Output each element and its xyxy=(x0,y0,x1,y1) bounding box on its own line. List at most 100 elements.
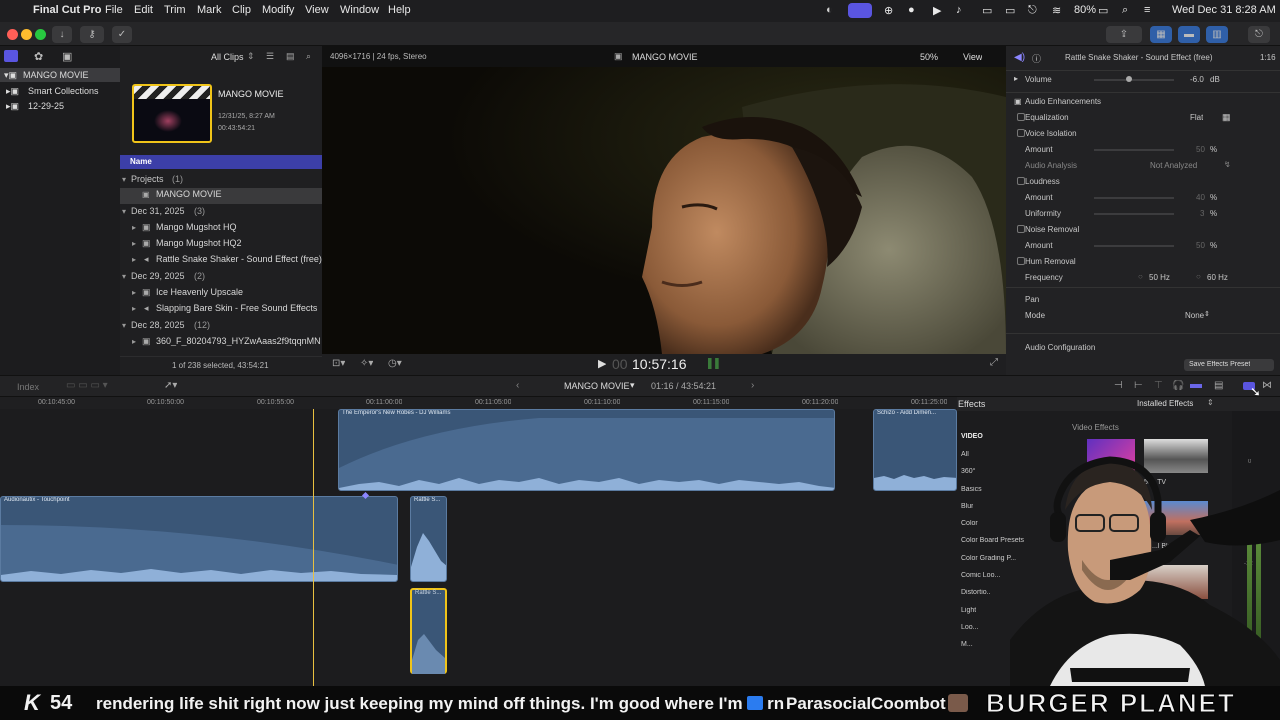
edit-buttons-icon[interactable]: ▭ ▭ ▭ ▾ xyxy=(66,380,108,391)
amount-slider[interactable] xyxy=(1094,149,1174,151)
amount-value[interactable]: 50 xyxy=(1196,145,1205,154)
select-tool-icon[interactable]: ➚▾ xyxy=(164,380,177,391)
minimize-window-icon[interactable] xyxy=(21,29,32,40)
volume-slider[interactable] xyxy=(1094,79,1174,81)
display-icon[interactable]: ▭ xyxy=(982,4,992,17)
play-circle-icon[interactable]: ▶ xyxy=(933,4,941,17)
clip-appearance-icon[interactable]: ▤ xyxy=(1214,380,1223,391)
import-button[interactable]: ↓ xyxy=(52,26,72,43)
effects-category[interactable]: Loo... xyxy=(961,624,979,631)
clip-filter-dropdown[interactable]: All Clips xyxy=(211,52,244,62)
effects-category[interactable]: Light xyxy=(961,607,976,614)
menu-clock[interactable]: Wed Dec 31 8:28 AM xyxy=(1172,4,1276,16)
playhead[interactable] xyxy=(313,409,314,686)
browser-search-icon[interactable]: ⌕ xyxy=(306,51,311,62)
audio-clip-emperor[interactable]: The Emperor's New Robes - DJ Williams xyxy=(338,409,835,491)
equalization-checkbox[interactable] xyxy=(1017,113,1025,121)
volume-value[interactable]: -6.0 xyxy=(1190,75,1204,84)
search-icon[interactable]: ⌕ xyxy=(1122,4,1128,17)
connect-clip-icon[interactable]: ⊣ xyxy=(1114,380,1123,391)
control-center-icon[interactable]: ≡ xyxy=(1144,4,1150,16)
radio-60hz-icon[interactable]: ○ xyxy=(1196,272,1201,281)
video-frame[interactable] xyxy=(322,67,1006,354)
event-12-29-25[interactable]: 12-29-25 xyxy=(28,101,64,111)
battery-icon[interactable]: ▭ xyxy=(1098,4,1108,17)
group-dec-31[interactable]: ▾ Dec 31, 2025 (3) xyxy=(120,205,322,221)
list-item[interactable]: ▸ ◂ Rattle Snake Shaker - Sound Effect (f… xyxy=(120,253,322,269)
transitions-browser-icon[interactable]: ⋈ xyxy=(1262,380,1272,391)
index-button[interactable]: Index xyxy=(17,382,39,392)
audio-clip-schizo[interactable]: Schizo - Aidd Dimen... xyxy=(873,409,957,491)
list-column-header[interactable]: Name xyxy=(120,155,322,169)
effects-category[interactable]: Color xyxy=(961,520,978,527)
radio-50hz-icon[interactable]: ○ xyxy=(1138,272,1143,281)
menu-mark[interactable]: Mark xyxy=(197,4,221,16)
history-forward-icon[interactable]: › xyxy=(751,380,754,391)
timeline-ruler[interactable]: 00:10:45:00 00:10:50:00 00:10:55:00 00:1… xyxy=(0,397,957,409)
hum-removal-checkbox[interactable] xyxy=(1017,257,1025,265)
effects-category[interactable]: Basics xyxy=(961,486,982,493)
crop-tool-icon[interactable]: ⊡▾ xyxy=(332,358,345,369)
app-menu[interactable]: Final Cut Pro xyxy=(33,4,101,16)
loudness-checkbox[interactable] xyxy=(1017,177,1025,185)
menu-edit[interactable]: Edit xyxy=(134,4,153,16)
installed-effects-dropdown[interactable]: Installed Effects xyxy=(1137,399,1193,408)
effects-category[interactable]: Comic Loo... xyxy=(961,572,1001,579)
voice-isolation-checkbox[interactable] xyxy=(1017,129,1025,137)
enhance-icon[interactable]: ✧▾ xyxy=(360,358,373,369)
group-projects[interactable]: ▾ Projects (1) xyxy=(120,173,322,189)
keywords-button[interactable]: ⚷ xyxy=(80,26,104,43)
list-item[interactable]: ▸ ▣ Ice Heavenly Upscale xyxy=(120,286,322,302)
menu-help[interactable]: Help xyxy=(388,4,411,16)
share-project-button[interactable]: ⇪ xyxy=(1106,26,1142,43)
insert-clip-icon[interactable]: ⊢ xyxy=(1134,380,1143,391)
audio-clip-rattle-selected[interactable]: Rattle S... xyxy=(410,588,447,674)
menu-clip[interactable]: Clip xyxy=(232,4,251,16)
uniformity-value[interactable]: 3 xyxy=(1200,209,1204,218)
project-thumbnail[interactable] xyxy=(132,84,212,143)
zoom-window-icon[interactable] xyxy=(35,29,46,40)
loudness-amount-value[interactable]: 40 xyxy=(1196,193,1205,202)
effects-category[interactable]: M... xyxy=(961,641,973,648)
timeline-project-dropdown[interactable]: MANGO MOVIE xyxy=(564,381,630,391)
noise-amount-value[interactable]: 50 xyxy=(1196,241,1205,250)
photos-audio-icon[interactable]: ✿ xyxy=(34,50,43,63)
effects-category[interactable]: Blur xyxy=(961,503,973,510)
loudness-amount-slider[interactable] xyxy=(1094,197,1174,199)
history-back-icon[interactable]: ‹ xyxy=(516,380,519,391)
frequency-60hz[interactable]: 60 Hz xyxy=(1207,273,1228,282)
event-icon[interactable]: ▸▣ xyxy=(6,101,19,112)
audio-tab-icon[interactable]: ◀) xyxy=(1014,52,1025,63)
library-disclosure-icon[interactable]: ▾▣ xyxy=(4,70,17,81)
zoom-dropdown[interactable]: 50% xyxy=(920,52,938,62)
group-dec-29[interactable]: ▾ Dec 29, 2025 (2) xyxy=(120,270,322,286)
timeline[interactable]: The Emperor's New Robes - DJ Williams Sc… xyxy=(0,409,957,686)
save-effects-preset-button[interactable]: Save Effects Preset xyxy=(1184,359,1274,371)
noise-amount-slider[interactable] xyxy=(1094,245,1174,247)
audio-skimming-icon[interactable]: 🎧 xyxy=(1172,380,1184,391)
clip-appearance-icon[interactable]: ▤ xyxy=(286,51,295,62)
smart-collections-icon[interactable]: ▸▣ xyxy=(6,86,19,97)
control-center-highlight-icon[interactable] xyxy=(848,3,872,18)
eq-graph-icon[interactable]: ▦ xyxy=(1222,112,1231,123)
globe-icon[interactable]: ⊕ xyxy=(884,4,893,17)
effects-category[interactable]: Distortio... xyxy=(961,589,991,596)
append-clip-icon[interactable]: ⊤ xyxy=(1154,380,1163,391)
list-item[interactable]: ▸ ▣ 360_F_80204793_HYZwAaas2f9tqqnMN xyxy=(120,335,322,351)
background-tasks-button[interactable]: ✓ xyxy=(112,26,132,43)
close-window-icon[interactable] xyxy=(7,29,18,40)
noise-removal-checkbox[interactable] xyxy=(1017,225,1025,233)
list-item[interactable]: ▸ ▣ Mango Mugshot HQ xyxy=(120,221,322,237)
uniformity-slider[interactable] xyxy=(1094,213,1174,215)
menu-file[interactable]: File xyxy=(105,4,123,16)
titles-generators-icon[interactable]: ▣ xyxy=(62,50,72,63)
audio-clip-touchpoint[interactable]: Audionautix - Touchpoint xyxy=(0,496,398,582)
group-dec-28[interactable]: ▾ Dec 28, 2025 (12) xyxy=(120,319,322,335)
library-mango-movie[interactable]: MANGO MOVIE xyxy=(23,70,89,80)
volume-slider-knob[interactable] xyxy=(1126,76,1132,82)
audio-clip-rattle[interactable]: Rattle S... xyxy=(410,496,447,582)
list-item-project[interactable]: ▣ MANGO MOVIE xyxy=(120,188,322,204)
list-item[interactable]: ▸ ◂ Slapping Bare Skin - Free Sound Effec… xyxy=(120,302,322,318)
menu-view[interactable]: View xyxy=(305,4,329,16)
share-icon[interactable]: ⎋ xyxy=(1028,4,1037,17)
